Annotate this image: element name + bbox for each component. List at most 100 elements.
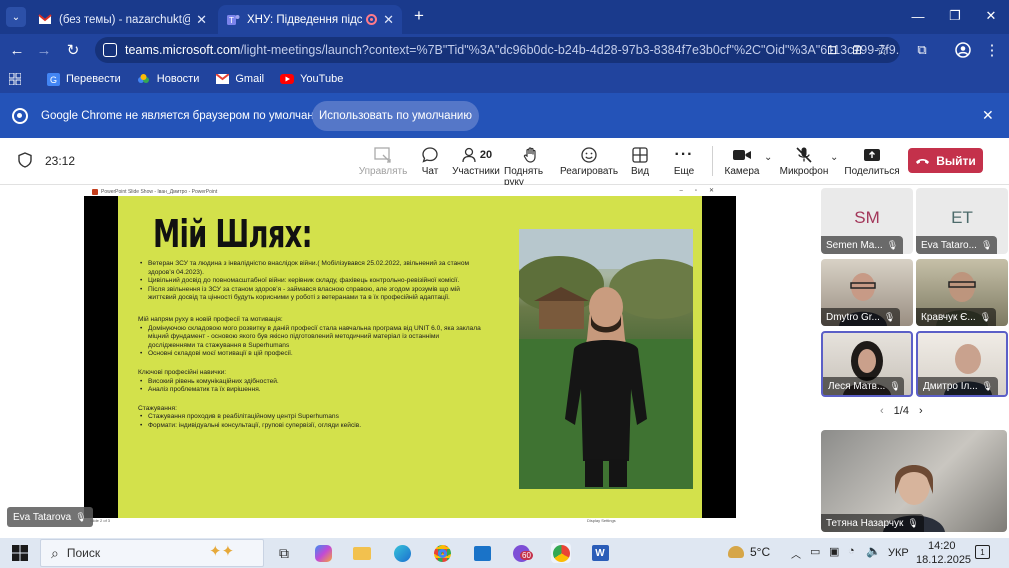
participants-button[interactable]: 20 Участники: [452, 144, 500, 177]
control-label: Реагировать: [559, 166, 619, 177]
close-icon[interactable]: ✕: [982, 107, 994, 124]
back-button[interactable]: ←: [7, 40, 27, 60]
task-view-icon: ⧉: [279, 544, 289, 561]
tray-chevron-icon[interactable]: ︿: [791, 546, 801, 561]
set-default-button[interactable]: Использовать по умолчанию: [312, 101, 479, 131]
task-view-button[interactable]: ⧉: [274, 543, 294, 563]
edge-button[interactable]: [392, 543, 412, 563]
new-tab-button[interactable]: +: [410, 6, 428, 26]
menu-icon[interactable]: ⋮: [982, 40, 1002, 60]
powerpoint-window-title: PowerPoint Slide Show - Іван_Дмитро - Po…: [101, 188, 218, 195]
chevron-left-icon[interactable]: ‹: [880, 405, 884, 417]
raise-hand-button[interactable]: Поднять руку: [504, 144, 558, 188]
slide-body: Ветеран ЗСУ та людина з інвалідністю вна…: [138, 260, 483, 431]
bullet-item: Аналіз проблематик та їх вирішення.: [138, 386, 483, 395]
clock-date[interactable]: 18.12.2025: [916, 554, 971, 566]
minimize-button[interactable]: —: [907, 8, 929, 24]
section-heading: Ключові професійні навички:: [138, 368, 227, 376]
tray-device-icon[interactable]: ▭: [810, 545, 820, 558]
participant-tile[interactable]: SM Semen Ma... 🎙: [821, 188, 913, 254]
address-bar[interactable]: teams.microsoft.com/light-meetings/launc…: [95, 37, 900, 63]
more-button[interactable]: ··· Еще: [673, 144, 695, 177]
bookmark-label: Gmail: [235, 73, 265, 85]
leave-button[interactable]: Выйти: [908, 148, 983, 173]
react-button[interactable]: Реагировать: [560, 144, 618, 177]
share-button[interactable]: Поделиться: [844, 144, 900, 177]
forward-button[interactable]: →: [34, 40, 54, 60]
taskbar-search[interactable]: ⌕ Поиск ✦✦: [40, 539, 264, 567]
participant-name: Semen Ma...: [826, 239, 883, 251]
restore-button[interactable]: ❐: [944, 8, 966, 24]
participant-tile[interactable]: Кравчук Є... 🎙: [916, 259, 1008, 326]
bullet-list-skills: Високий рівень комунікаційних здібностей…: [138, 378, 483, 395]
participant-name-tag: Dmytro Gr... 🎙: [821, 308, 901, 326]
slide-counter: Slide 2 of 3: [90, 518, 111, 523]
site-info-icon[interactable]: [103, 43, 117, 57]
apps-button[interactable]: [8, 72, 28, 86]
bookmark-label: Новости: [156, 73, 200, 85]
participant-name: Dmytro Gr...: [826, 311, 880, 323]
viber-button[interactable]: 60: [511, 543, 533, 563]
wifi-icon[interactable]: ◔: [848, 545, 855, 557]
participant-name: Леся Матв...: [828, 380, 886, 392]
avatar: SM: [854, 208, 880, 227]
participant-name-tag: Дмитро Іл... 🎙: [918, 377, 999, 395]
more-icon: ···: [674, 146, 694, 163]
close-icon: ✕: [985, 8, 997, 23]
camera-button[interactable]: Камера: [725, 144, 759, 177]
participant-tile-speaking[interactable]: Леся Матв... 🎙: [821, 331, 913, 397]
participant-tile[interactable]: ET Eva Tataro... 🎙: [916, 188, 1008, 254]
bookmark-youtube[interactable]: YouTube: [280, 72, 343, 86]
file-explorer-button[interactable]: [352, 543, 372, 563]
notification-icon[interactable]: 1: [975, 545, 990, 559]
close-icon[interactable]: ✕: [196, 12, 207, 28]
control-label: Еще: [673, 166, 695, 177]
url-path: /light-meetings/launch?context=%7B"Tid"%…: [240, 43, 900, 57]
mic-button[interactable]: Микрофон: [780, 144, 828, 177]
tab-gmail[interactable]: (без темы) - nazarchukt@khmnu ✕: [30, 5, 215, 34]
svg-text:G: G: [49, 75, 56, 85]
chat-button[interactable]: Чат: [419, 144, 441, 177]
close-icon[interactable]: ✕: [383, 12, 394, 28]
shield-icon: [18, 152, 32, 171]
participant-name-tag: Кравчук Є... 🎙: [916, 308, 997, 326]
volume-icon[interactable]: 🔈: [866, 544, 881, 558]
bookmark-gmail[interactable]: Gmail: [215, 72, 264, 86]
extensions-icon[interactable]: ⧉: [912, 40, 932, 60]
reload-button[interactable]: ↻: [63, 40, 83, 60]
translate-icon[interactable]: ⊞: [847, 40, 867, 60]
clock-time[interactable]: 14:20: [928, 540, 956, 552]
infobar-message: Google Chrome не является браузером по у…: [41, 110, 333, 122]
featured-participant-tile[interactable]: Тетяна Назарчук 🎙: [821, 430, 1007, 532]
close-window-button[interactable]: ✕: [980, 8, 1002, 24]
keyboard-language[interactable]: УКР: [888, 547, 909, 559]
outlook-button[interactable]: [472, 543, 492, 563]
bullet-item: Ветеран ЗСУ та людина з інвалідністю вна…: [138, 260, 483, 277]
profile-icon[interactable]: [953, 40, 973, 60]
tray-monitor-icon[interactable]: ▣: [829, 545, 839, 558]
bullet-item: Домінуючою складовою мого розвитку в дан…: [138, 325, 483, 351]
tab-teams[interactable]: T ХНУ: Підведення підсумкі ✕: [218, 5, 402, 34]
bookmark-star-icon[interactable]: ☆: [872, 40, 892, 60]
view-button[interactable]: Вид: [630, 144, 650, 177]
bookmark-translate[interactable]: G Перевести: [46, 72, 121, 86]
participant-tile[interactable]: Dmytro Gr... 🎙: [821, 259, 913, 326]
display-settings[interactable]: Display Settings: [587, 518, 616, 523]
copilot-button[interactable]: [313, 543, 333, 563]
weather-widget[interactable]: 5°C: [728, 545, 770, 559]
cast-icon[interactable]: ⊡: [822, 40, 842, 60]
word-icon: W: [591, 545, 609, 561]
camera-options-chevron-icon[interactable]: ⌄: [764, 152, 772, 163]
reload-icon: ↻: [66, 42, 80, 59]
participant-name: Дмитро Іл...: [923, 380, 978, 392]
chevron-right-icon[interactable]: ›: [919, 405, 923, 417]
tab-search-button[interactable]: ⌄: [6, 7, 26, 27]
start-button[interactable]: [10, 543, 30, 563]
mic-options-chevron-icon[interactable]: ⌄: [830, 152, 838, 163]
word-button[interactable]: W: [590, 543, 610, 563]
bookmark-news[interactable]: Новости: [137, 72, 200, 86]
chrome-button[interactable]: [432, 543, 452, 563]
manage-button[interactable]: Управлять: [359, 144, 407, 177]
participant-tile-speaking[interactable]: Дмитро Іл... 🎙: [916, 331, 1008, 397]
chrome-active-button[interactable]: [551, 543, 571, 563]
